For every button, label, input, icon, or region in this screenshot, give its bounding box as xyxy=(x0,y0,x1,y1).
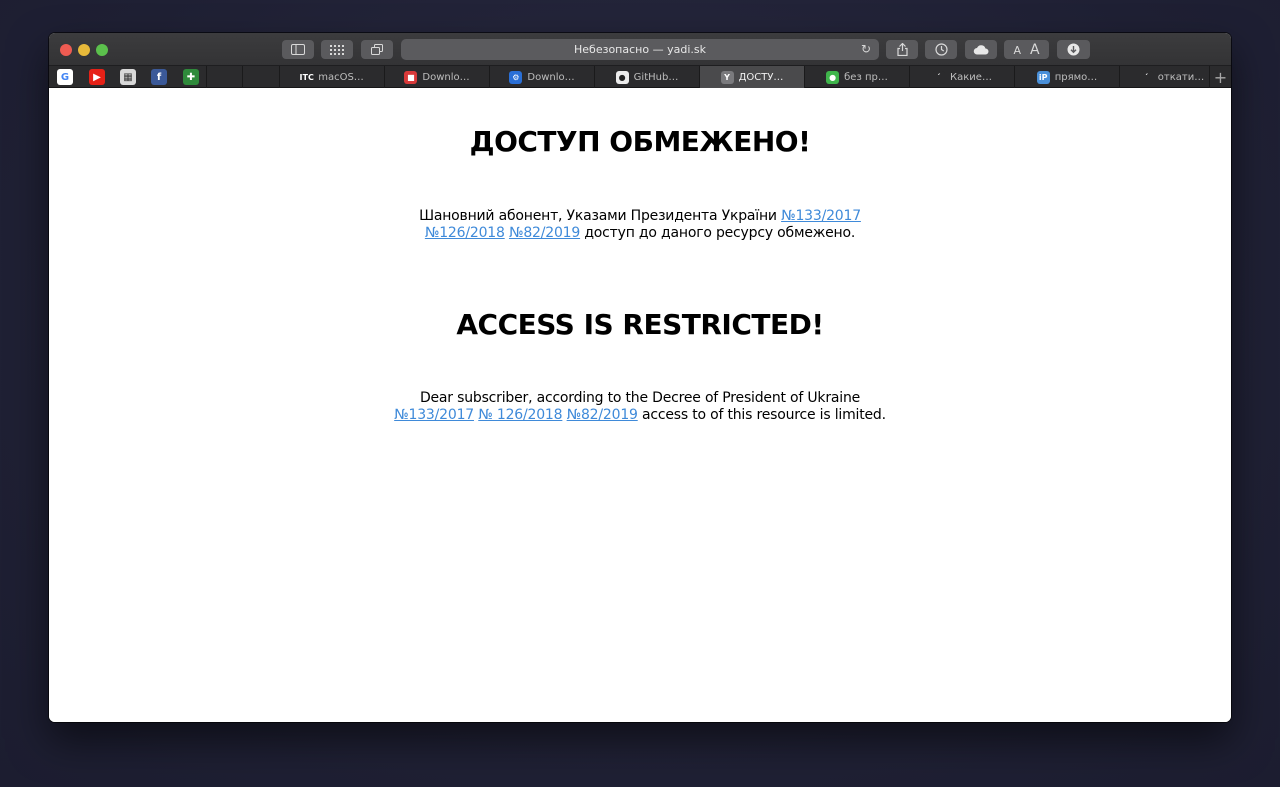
favorite-plus-extension[interactable]: ✚ xyxy=(183,69,199,85)
reload-icon[interactable]: ↻ xyxy=(861,42,871,56)
share-button[interactable] xyxy=(886,40,918,59)
icloud-button[interactable] xyxy=(965,40,997,59)
tab-label: Downlo… xyxy=(422,71,470,83)
tabs-overview-icon xyxy=(371,44,383,55)
grid-icon xyxy=(330,44,344,55)
en-text-after: access to of this resource is limited. xyxy=(637,407,886,423)
plus-extension-icon: ✚ xyxy=(186,71,196,83)
browser-tab[interactable]: ˊ Какие… xyxy=(909,66,1014,88)
tab-label: ДОСТУ… xyxy=(738,71,784,83)
new-tab-button[interactable]: + xyxy=(1209,66,1231,88)
favorites-separator xyxy=(206,66,207,88)
tab-label: Какие… xyxy=(950,71,992,83)
en-message: Dear subscriber, according to the Decree… xyxy=(390,390,890,424)
favorites-separator xyxy=(242,66,243,88)
share-icon xyxy=(896,43,908,56)
tab-favicon-icon: iP xyxy=(1036,70,1050,84)
tab-label: macOS… xyxy=(318,71,364,83)
address-text: Небезопасно — yadi.sk xyxy=(574,43,706,56)
browser-tab[interactable]: iP прямо… xyxy=(1014,66,1119,88)
youtube-icon: ▶ xyxy=(93,71,101,83)
mail-icon: ▦ xyxy=(123,71,133,83)
browser-tab-active[interactable]: Y ДОСТУ… xyxy=(699,66,804,88)
page-content: ДОСТУП ОБМЕЖЕНО! Шановний абонент, Указа… xyxy=(49,88,1231,722)
desktop-background: Небезопасно — yadi.sk ↻ A A G ▶ ▦ f ✚ IT… xyxy=(0,0,1280,787)
tab-favicon-icon: ● xyxy=(826,70,840,84)
google-icon: G xyxy=(60,71,70,83)
en-decree-link-3[interactable]: №82/2019 xyxy=(567,407,638,423)
history-button[interactable] xyxy=(925,40,957,59)
tab-favicon-icon: ● xyxy=(615,70,629,84)
tab-favicon-icon: ⚙ xyxy=(509,70,523,84)
ua-decree-link-3[interactable]: №82/2019 xyxy=(509,225,580,241)
favorite-youtube[interactable]: ▶ xyxy=(89,69,105,85)
font-size-control[interactable]: A A xyxy=(1004,40,1049,59)
tab-favicon-icon: Y xyxy=(720,70,734,84)
browser-tab[interactable]: ● без пр… xyxy=(804,66,909,88)
ua-message: Шановний абонент, Указами Президента Укр… xyxy=(390,208,890,242)
font-larger-button[interactable]: A xyxy=(1030,42,1040,58)
browser-tab[interactable]: ● GitHub… xyxy=(594,66,699,88)
tab-label: GitHub… xyxy=(633,71,679,83)
favorite-google[interactable]: G xyxy=(57,69,73,85)
tab-overview-button[interactable] xyxy=(361,40,393,59)
tab-favicon-icon: ˊ xyxy=(932,70,946,84)
en-heading: ACCESS IS RESTRICTED! xyxy=(456,308,824,341)
ua-heading: ДОСТУП ОБМЕЖЕНО! xyxy=(469,125,811,158)
favorite-facebook[interactable]: f xyxy=(151,69,167,85)
tab-label: Downlo… xyxy=(527,71,575,83)
tab-label: откати… xyxy=(1157,71,1205,83)
browser-window: Небезопасно — yadi.sk ↻ A A G ▶ ▦ f ✚ IT… xyxy=(49,33,1231,722)
ua-decree-link-1[interactable]: №133/2017 xyxy=(781,208,861,224)
tab-label: без пр… xyxy=(844,71,888,83)
sidebar-button[interactable] xyxy=(282,40,314,59)
tab-favicon-icon: ˊ xyxy=(1139,70,1153,84)
ua-text-before: Шановний абонент, Указами Президента Укр… xyxy=(419,208,782,224)
top-sites-button[interactable] xyxy=(321,40,353,59)
downloads-button[interactable] xyxy=(1057,40,1090,59)
browser-tab[interactable]: ■ Downlo… xyxy=(384,66,489,88)
facebook-icon: f xyxy=(156,71,162,83)
tab-favicon-icon: ITC xyxy=(299,70,314,84)
ua-text-after: доступ до даного ресурсу обмежено. xyxy=(580,225,856,241)
ua-decree-link-2[interactable]: №126/2018 xyxy=(425,225,505,241)
browser-tab[interactable]: ITC macOS… xyxy=(279,66,384,88)
maximize-window-button[interactable] xyxy=(96,44,108,56)
tab-bar: G ▶ ▦ f ✚ ITC macOS… ■ Downlo… ⚙ Downlo… ● GitHub… Y… xyxy=(49,66,1231,88)
close-window-button[interactable] xyxy=(60,44,72,56)
en-decree-link-1[interactable]: №133/2017 xyxy=(394,407,474,423)
tab-label: прямо… xyxy=(1054,71,1098,83)
font-size-icon: A A xyxy=(1013,42,1039,58)
download-icon xyxy=(1067,43,1080,56)
favorite-mail[interactable]: ▦ xyxy=(120,69,136,85)
font-smaller-button[interactable]: A xyxy=(1013,44,1021,57)
address-bar[interactable]: Небезопасно — yadi.sk ↻ xyxy=(401,39,879,60)
cloud-icon xyxy=(973,44,989,54)
en-decree-link-2[interactable]: № 126/2018 xyxy=(478,407,562,423)
browser-toolbar: Небезопасно — yadi.sk ↻ A A xyxy=(49,33,1231,66)
minimize-window-button[interactable] xyxy=(78,44,90,56)
sidebar-icon xyxy=(291,44,305,55)
tab-favicon-icon: ■ xyxy=(404,70,418,84)
history-icon xyxy=(934,43,948,56)
browser-tab[interactable]: ⚙ Downlo… xyxy=(489,66,594,88)
en-text-before: Dear subscriber, according to the Decree… xyxy=(419,390,861,406)
